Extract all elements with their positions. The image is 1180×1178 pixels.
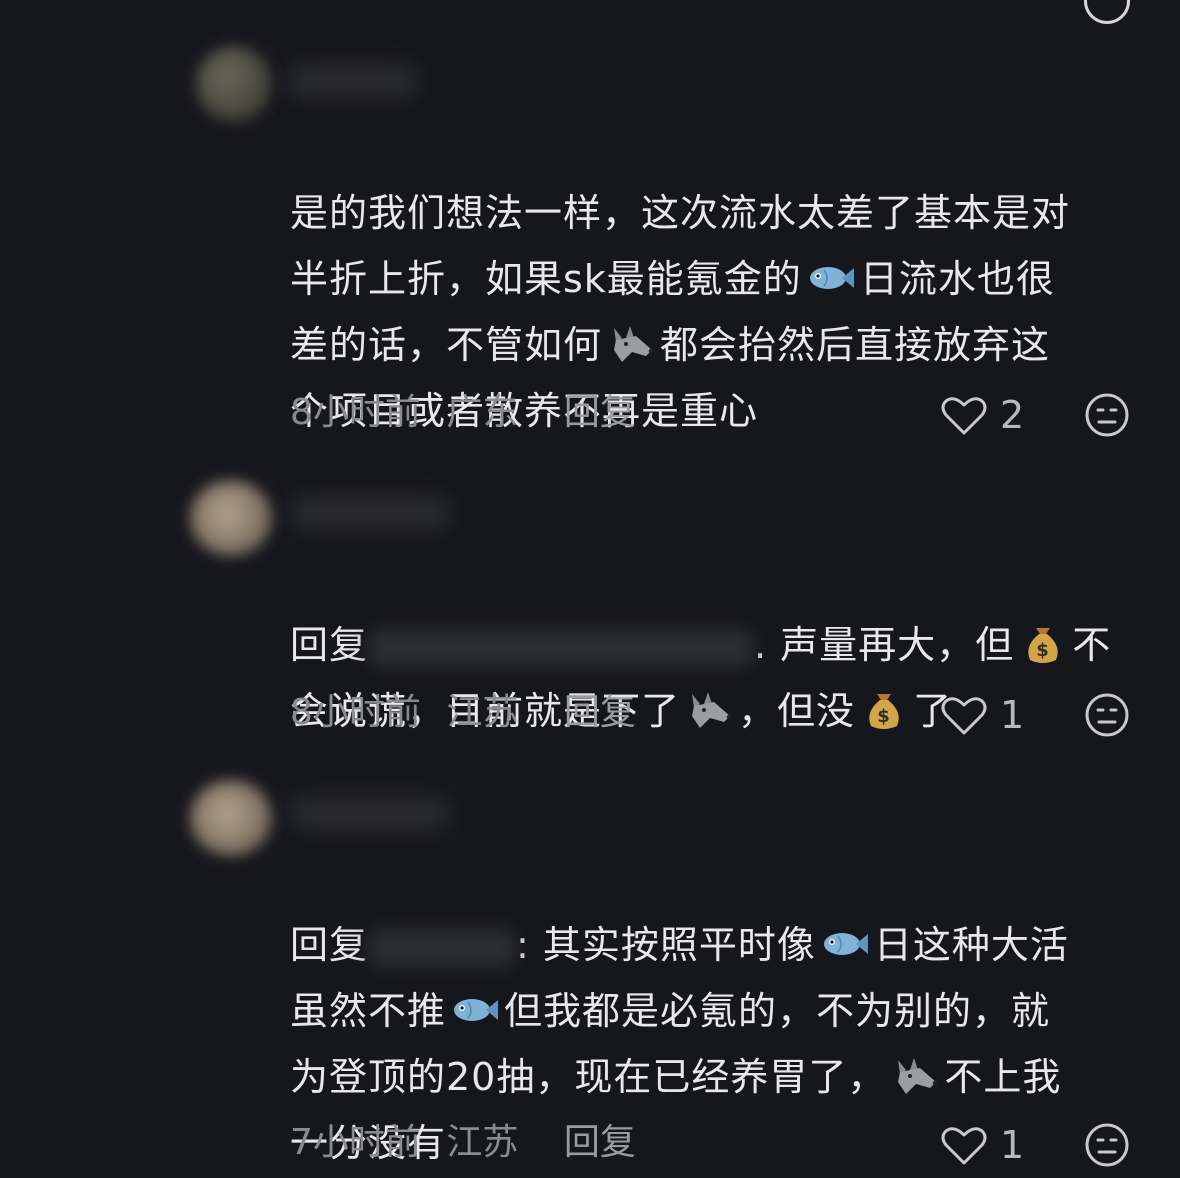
mention-blurred[interactable] bbox=[368, 927, 517, 968]
comment-line: 半折上折，如果sk最能氪金的 日流水也很 bbox=[290, 257, 1055, 301]
timestamp: 7小时前 bbox=[290, 1122, 421, 1163]
meh-face-icon[interactable] bbox=[1084, 692, 1130, 738]
timestamp: 8小时前 bbox=[290, 692, 421, 733]
comment-line: 差的话，不管如何 都会抬然后直接放弃这 bbox=[290, 322, 1051, 367]
reply-prefix: 回复 bbox=[290, 923, 369, 967]
wolf-emoji bbox=[606, 322, 656, 366]
like-count: 1 bbox=[1000, 693, 1025, 737]
location: 江苏 bbox=[446, 692, 519, 733]
wolf-emoji bbox=[684, 688, 734, 732]
like-button[interactable]: 2 bbox=[940, 390, 1024, 440]
meh-face-icon[interactable] bbox=[1084, 0, 1130, 24]
location: 广东 bbox=[446, 392, 519, 433]
heart-outline-icon bbox=[940, 393, 988, 437]
username-blurred[interactable] bbox=[288, 64, 418, 98]
heart-outline-icon bbox=[940, 1123, 988, 1167]
comment-line: 是的我们想法一样，这次流水太差了基本是对 bbox=[290, 191, 1071, 235]
fish-emoji bbox=[450, 988, 500, 1032]
username-blurred[interactable] bbox=[290, 496, 450, 530]
top-cutoff-strip bbox=[0, 0, 1180, 24]
money-bag-emoji bbox=[1018, 622, 1068, 666]
like-button[interactable]: 1 bbox=[940, 690, 1024, 740]
fish-emoji bbox=[806, 256, 856, 300]
like-count: 2 bbox=[1000, 393, 1025, 437]
like-button[interactable]: 1 bbox=[940, 1120, 1024, 1170]
comment-line: 回复: 其实按照平时像 日这种大活 bbox=[290, 922, 1069, 968]
fish-emoji bbox=[820, 922, 870, 966]
avatar[interactable] bbox=[190, 780, 272, 856]
like-count: 1 bbox=[1000, 1123, 1025, 1167]
location: 江苏 bbox=[446, 1122, 519, 1163]
timestamp: 8小时前 bbox=[290, 392, 421, 433]
reply-button[interactable]: 回复 bbox=[564, 692, 636, 733]
meh-face-icon[interactable] bbox=[1084, 1122, 1130, 1168]
comment-line: 回复. 声量再大，但不 bbox=[290, 622, 1112, 668]
mention-blurred[interactable] bbox=[368, 627, 755, 668]
reply-prefix: 回复 bbox=[290, 623, 369, 667]
meh-face-icon[interactable] bbox=[1084, 392, 1130, 438]
username-blurred[interactable] bbox=[290, 796, 450, 830]
comment-meta: 8小时前 广东 回复 bbox=[290, 388, 636, 438]
comment-line: 为登顶的20抽，现在已经养胃了， 不上我 bbox=[290, 1054, 1062, 1099]
reply-button[interactable]: 回复 bbox=[564, 392, 636, 433]
reply-button[interactable]: 回复 bbox=[564, 1122, 636, 1163]
comment-meta: 7小时前 江苏 回复 bbox=[290, 1118, 636, 1168]
money-bag-emoji bbox=[859, 688, 909, 732]
avatar[interactable] bbox=[190, 480, 272, 556]
comment-meta: 8小时前 江苏 回复 bbox=[290, 688, 636, 738]
avatar[interactable] bbox=[196, 46, 272, 122]
wolf-emoji bbox=[890, 1054, 940, 1098]
heart-outline-icon bbox=[940, 693, 988, 737]
comment-line: 虽然不推 但我都是必氪的，不为别的，就 bbox=[290, 988, 1051, 1033]
